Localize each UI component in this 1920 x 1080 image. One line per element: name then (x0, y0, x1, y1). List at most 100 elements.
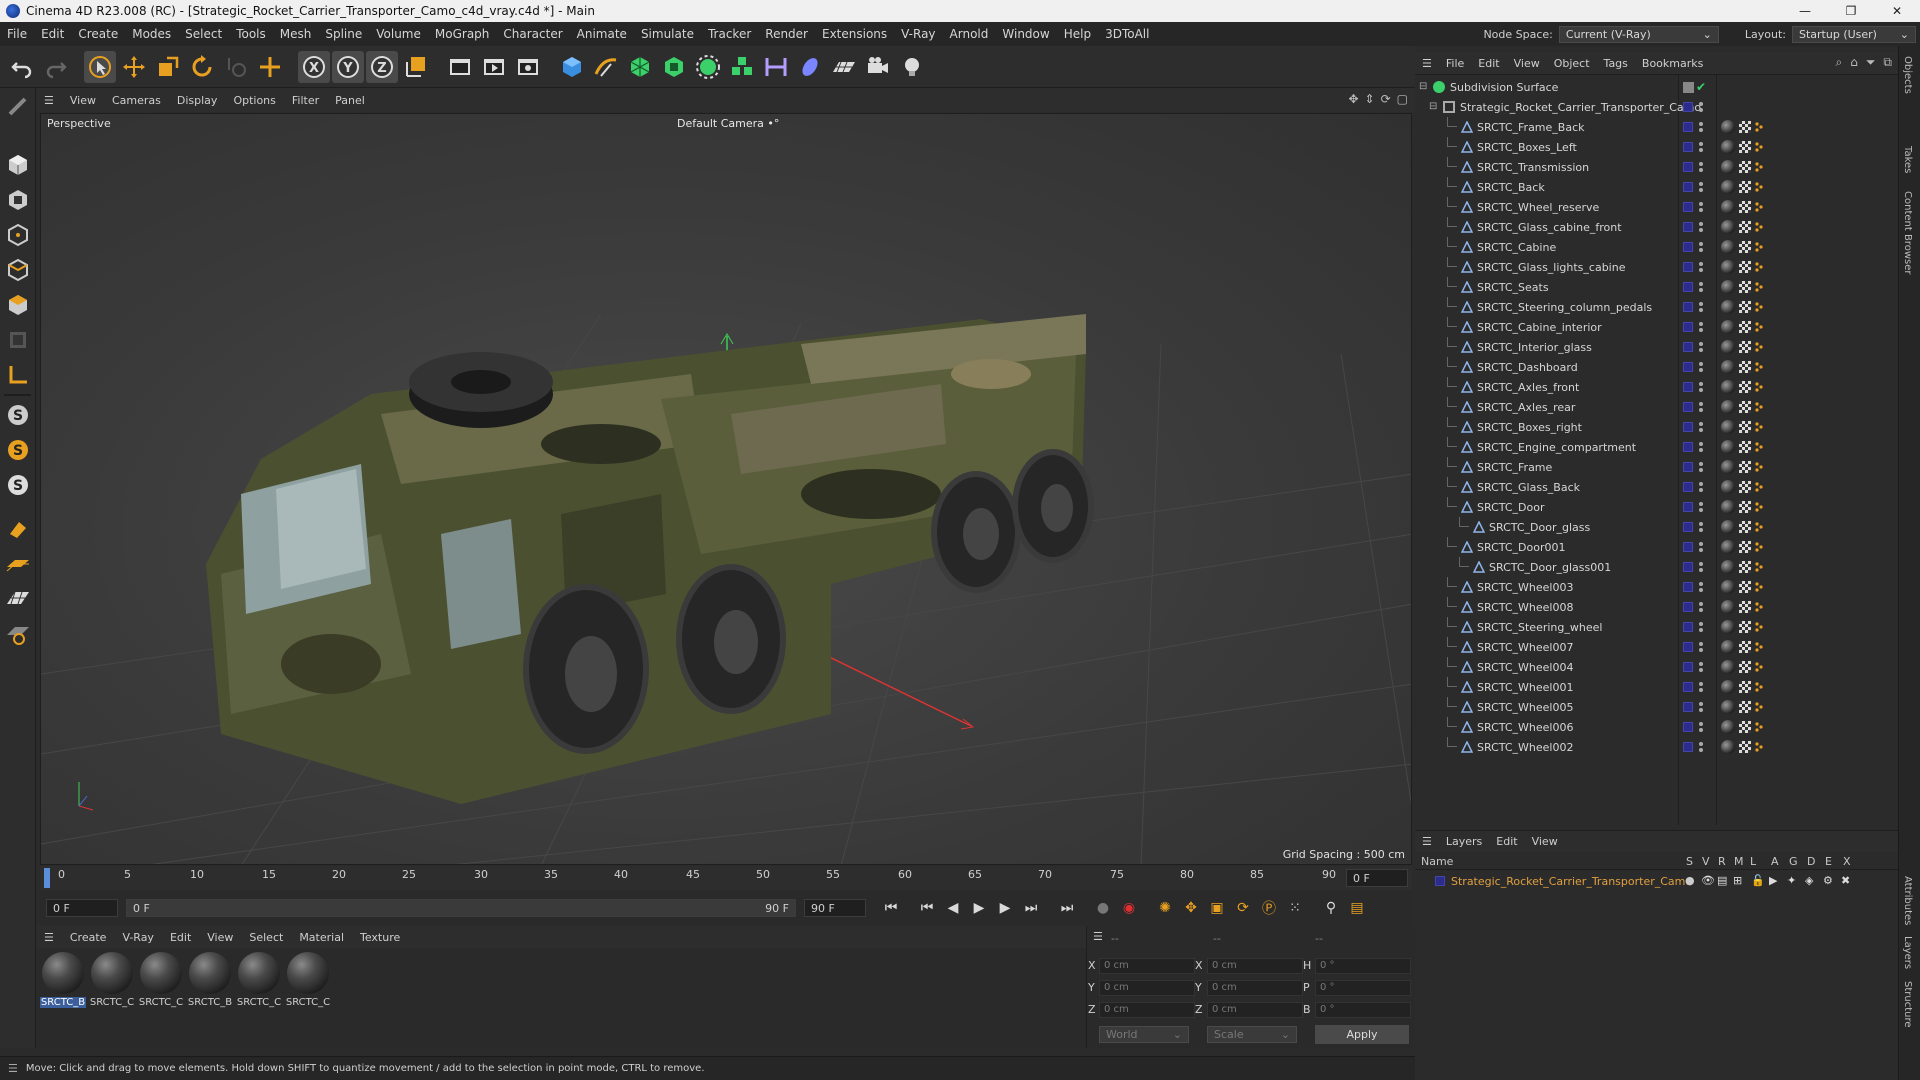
material-tag-icon[interactable] (1721, 260, 1735, 274)
menu-window[interactable]: Window (995, 27, 1056, 41)
edges-mode-icon[interactable] (2, 254, 34, 286)
layer-color-icon[interactable] (1683, 222, 1693, 232)
object-row[interactable]: SRCTC_Glass_Back (1415, 477, 1898, 497)
phong-tag-icon[interactable] (1755, 742, 1763, 752)
object-row[interactable]: SRCTC_Wheel003 (1415, 577, 1898, 597)
tab-objects[interactable]: Objects (1902, 56, 1913, 94)
render-view-icon[interactable] (478, 51, 510, 83)
visibility-dots-icon[interactable] (1698, 380, 1704, 394)
uvw-tag-icon[interactable] (1739, 501, 1751, 513)
object-row-subdivision[interactable]: ⊟ Subdivision Surface ✔ (1415, 77, 1898, 97)
phong-tag-icon[interactable] (1755, 402, 1763, 412)
menu-character[interactable]: Character (496, 27, 569, 41)
material-tag-icon[interactable] (1721, 420, 1735, 434)
material-tag-icon[interactable] (1721, 300, 1735, 314)
scale-y-field[interactable]: 0 cm (1207, 980, 1303, 996)
cloner-icon[interactable] (692, 51, 724, 83)
uvw-tag-icon[interactable] (1739, 141, 1751, 153)
phong-tag-icon[interactable] (1755, 462, 1763, 472)
object-row[interactable]: SRCTC_Frame (1415, 457, 1898, 477)
camera-icon[interactable] (862, 51, 894, 83)
pen-icon[interactable] (590, 51, 622, 83)
uvw-tag-icon[interactable] (1739, 181, 1751, 193)
apply-button[interactable]: Apply (1315, 1025, 1409, 1044)
layer-xrefs-icon[interactable]: ✖ (1841, 874, 1850, 887)
material-tag-icon[interactable] (1721, 480, 1735, 494)
phong-tag-icon[interactable] (1755, 722, 1763, 732)
make-editable-icon[interactable] (2, 91, 34, 123)
material-tag-icon[interactable] (1721, 660, 1735, 674)
uvw-tag-icon[interactable] (1739, 121, 1751, 133)
visibility-dots-icon[interactable] (1698, 600, 1704, 614)
scale-z-field[interactable]: 0 cm (1207, 1002, 1303, 1018)
object-row[interactable]: SRCTC_Seats (1415, 277, 1898, 297)
visibility-dots-icon[interactable] (1698, 300, 1704, 314)
visibility-dots-icon[interactable] (1698, 640, 1704, 654)
phong-tag-icon[interactable] (1755, 422, 1763, 432)
layers-menu-layers[interactable]: Layers (1439, 835, 1489, 848)
layer-color-icon[interactable] (1683, 442, 1693, 452)
layer-color-icon[interactable] (1683, 322, 1693, 332)
layer-generators-icon[interactable]: ✦ (1787, 874, 1796, 887)
uv-mode-icon[interactable] (2, 324, 34, 356)
tab-takes[interactable]: Takes (1902, 146, 1913, 173)
enabled-check-icon[interactable]: ✔ (1696, 80, 1706, 94)
phong-tag-icon[interactable] (1755, 702, 1763, 712)
visibility-dots-icon[interactable] (1698, 440, 1704, 454)
playhead[interactable] (44, 868, 50, 888)
uvw-tag-icon[interactable] (1739, 441, 1751, 453)
layer-color-icon[interactable] (1683, 482, 1693, 492)
material-menu-create[interactable]: Create (62, 931, 115, 944)
snap-icon[interactable]: S (2, 399, 34, 431)
layer-color-icon[interactable] (1683, 582, 1693, 592)
uvw-tag-icon[interactable] (1739, 301, 1751, 313)
menu-spline[interactable]: Spline (318, 27, 369, 41)
layer-manager-icon[interactable]: ⊞ (1733, 874, 1742, 887)
menu-create[interactable]: Create (71, 27, 125, 41)
end-frame-field[interactable]: 90 F (804, 899, 866, 917)
position-y-field[interactable]: 0 cm (1099, 980, 1195, 996)
scale-key-icon[interactable]: ▣ (1204, 895, 1230, 921)
layer-color-icon[interactable] (1683, 642, 1693, 652)
scale-icon[interactable] (152, 51, 184, 83)
phong-tag-icon[interactable] (1755, 522, 1763, 532)
uvw-tag-icon[interactable] (1739, 361, 1751, 373)
material-tag-icon[interactable] (1721, 360, 1735, 374)
object-row[interactable]: SRCTC_Wheel005 (1415, 697, 1898, 717)
material-tag-icon[interactable] (1721, 680, 1735, 694)
visibility-dots-icon[interactable] (1698, 140, 1704, 154)
visibility-dots-icon[interactable] (1698, 340, 1704, 354)
mograph-icon[interactable] (726, 51, 758, 83)
tab-layers[interactable]: Layers (1902, 936, 1913, 969)
material-menu-vray[interactable]: V-Ray (114, 931, 162, 944)
material-tag-icon[interactable] (1721, 240, 1735, 254)
redo-icon[interactable] (40, 51, 72, 83)
phong-tag-icon[interactable] (1755, 482, 1763, 492)
material-tag-icon[interactable] (1721, 580, 1735, 594)
menu-render[interactable]: Render (758, 27, 815, 41)
phong-tag-icon[interactable] (1755, 582, 1763, 592)
phong-tag-icon[interactable] (1755, 542, 1763, 552)
uvw-tag-icon[interactable] (1739, 521, 1751, 533)
layer-color-icon[interactable] (1683, 122, 1693, 132)
object-row[interactable]: SRCTC_Wheel004 (1415, 657, 1898, 677)
material-tag-icon[interactable] (1721, 180, 1735, 194)
material-swatch[interactable]: SRCTC_C (236, 952, 282, 1008)
viewport-menu-filter[interactable]: Filter (284, 94, 327, 107)
uvw-tag-icon[interactable] (1739, 381, 1751, 393)
material-tag-icon[interactable] (1721, 520, 1735, 534)
material-tag-icon[interactable] (1721, 200, 1735, 214)
layer-color-icon[interactable] (1683, 622, 1693, 632)
menu-tools[interactable]: Tools (229, 27, 273, 41)
object-row[interactable]: SRCTC_Wheel001 (1415, 677, 1898, 697)
render-settings-icon[interactable] (512, 51, 544, 83)
visibility-dots-icon[interactable] (1698, 540, 1704, 554)
layer-color-icon[interactable] (1683, 142, 1693, 152)
layer-view-icon[interactable]: 👁 (1701, 874, 1715, 887)
object-row[interactable]: SRCTC_Door001 (1415, 537, 1898, 557)
coordinate-system-icon[interactable] (400, 51, 432, 83)
go-to-start-icon[interactable]: ⏮ (878, 895, 904, 921)
layers-menu-edit[interactable]: Edit (1489, 835, 1524, 848)
layer-color-icon[interactable] (1683, 342, 1693, 352)
uvw-tag-icon[interactable] (1739, 341, 1751, 353)
